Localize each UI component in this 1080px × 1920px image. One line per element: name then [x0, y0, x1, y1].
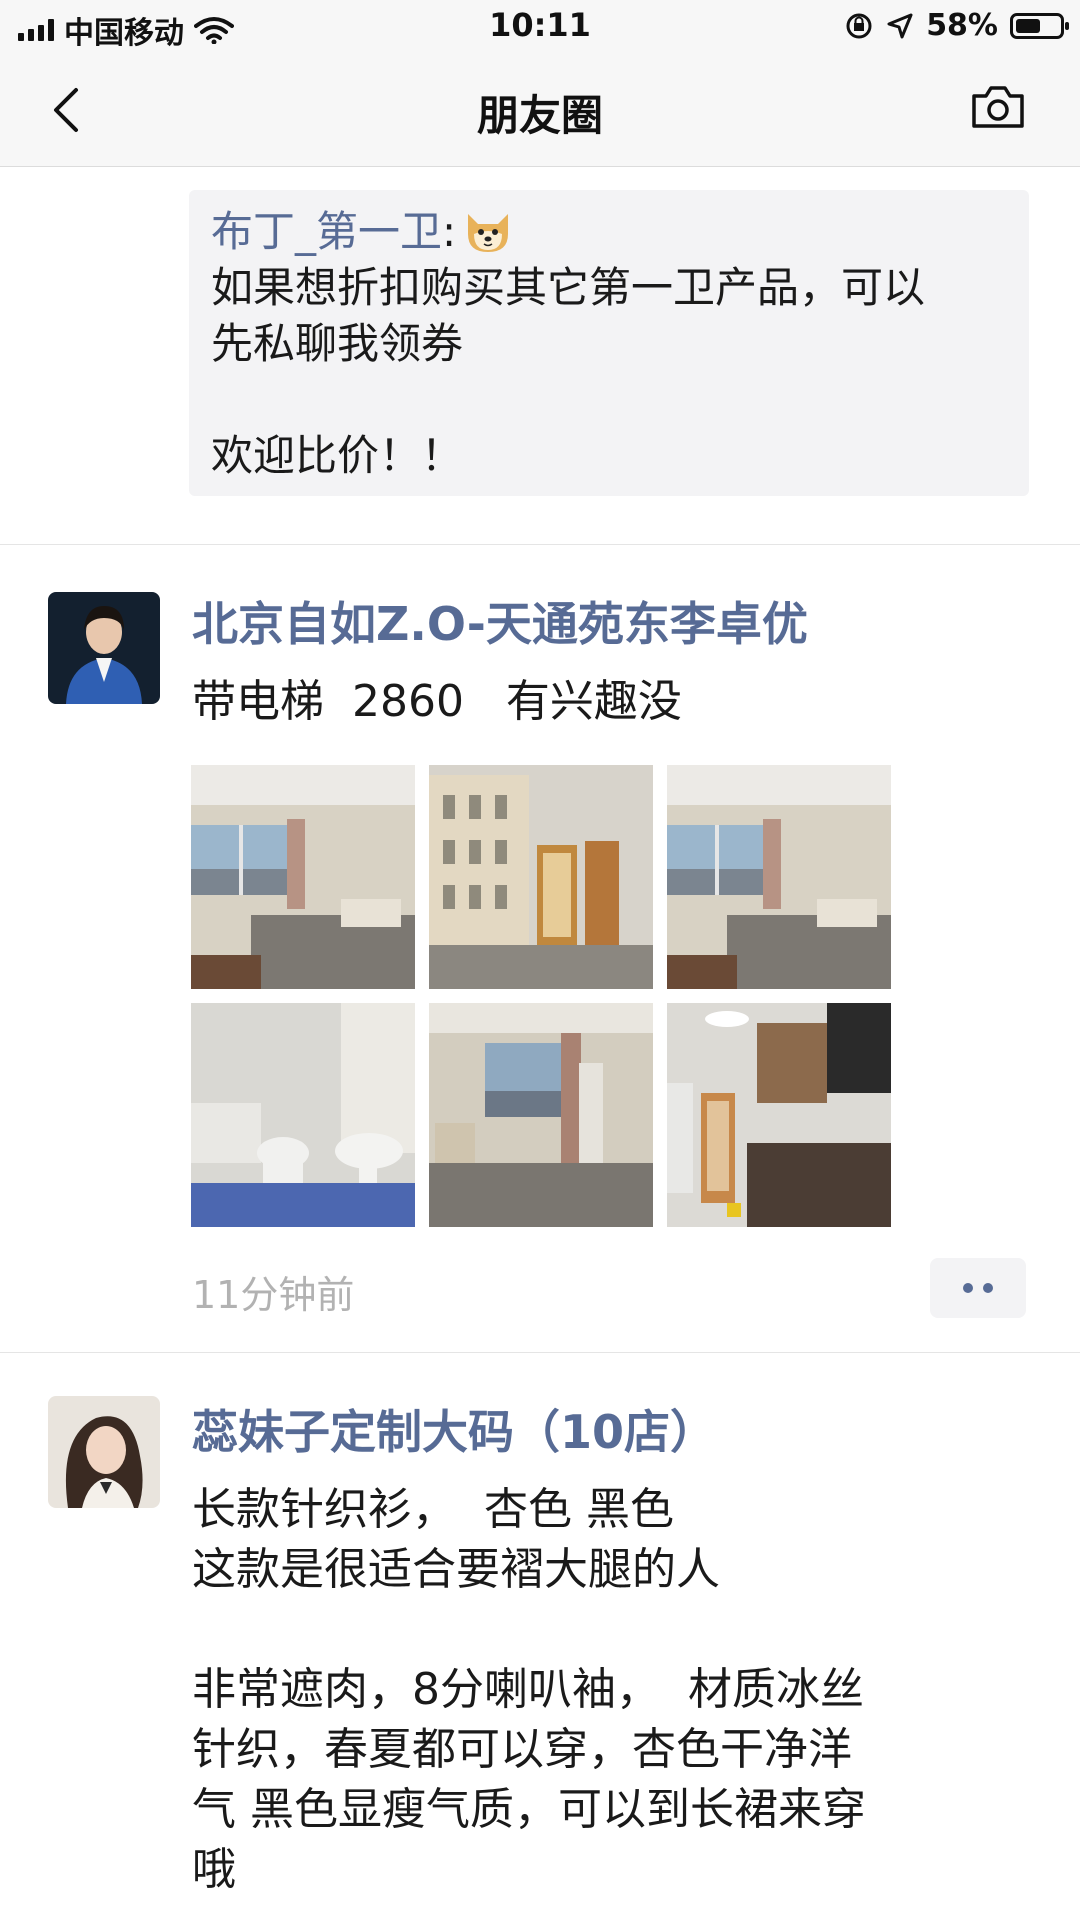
battery-fill	[1016, 18, 1040, 33]
photo-grid	[191, 765, 891, 1227]
battery-percent: 58%	[926, 8, 998, 43]
post-divider	[0, 1352, 1080, 1353]
kitchen-photo[interactable]	[667, 1003, 891, 1227]
post-divider	[0, 544, 1080, 545]
comment-box: 布丁_第一卫: 如果想折扣购买其它第一卫产品，可以 先私聊我领券 欢迎比价！！	[189, 190, 1029, 496]
status-bar: 中国移动 10:11 58%	[0, 0, 1080, 52]
comment-header: 布丁_第一卫:	[211, 204, 1007, 260]
post-author[interactable]: 北京自如Z.O-天通苑东李卓优	[192, 588, 808, 654]
comment-author[interactable]: 布丁_第一卫	[211, 207, 442, 256]
camera-icon[interactable]	[970, 82, 1026, 132]
comment-colon: :	[442, 207, 457, 256]
bathroom-photo[interactable]	[191, 1003, 415, 1227]
dot-icon	[983, 1283, 993, 1293]
page-title: 朋友圈	[476, 91, 603, 140]
post-text: 带电梯 2860 有兴趣没	[192, 676, 682, 727]
doge-emoji-icon	[468, 214, 509, 252]
avatar[interactable]	[48, 592, 160, 704]
more-actions-button[interactable]	[930, 1258, 1026, 1318]
status-right: 58%	[844, 8, 1069, 43]
location-arrow-icon	[887, 13, 913, 38]
dot-icon	[963, 1283, 973, 1293]
bedroom-photo[interactable]	[191, 765, 415, 989]
bedroom-photo[interactable]	[667, 765, 891, 989]
wardrobe-photo[interactable]	[429, 765, 653, 989]
rotation-lock-icon	[846, 13, 872, 38]
nav-bar: 朋友圈	[0, 52, 1080, 167]
post-text: 长款针织衫， 杏色 黑色 这款是很适合要褶大腿的人 非常遮肉，8分喇叭袖， 材质…	[192, 1484, 866, 1895]
battery-icon	[1010, 12, 1069, 39]
avatar[interactable]	[48, 1396, 160, 1508]
room-window-photo[interactable]	[429, 1003, 653, 1227]
post-timestamp: 11分钟前	[192, 1273, 355, 1317]
post-author[interactable]: 蕊妹子定制大码（10店）	[192, 1396, 716, 1462]
comment-text: 如果想折扣购买其它第一卫产品，可以 先私聊我领券 欢迎比价！！	[211, 263, 926, 480]
